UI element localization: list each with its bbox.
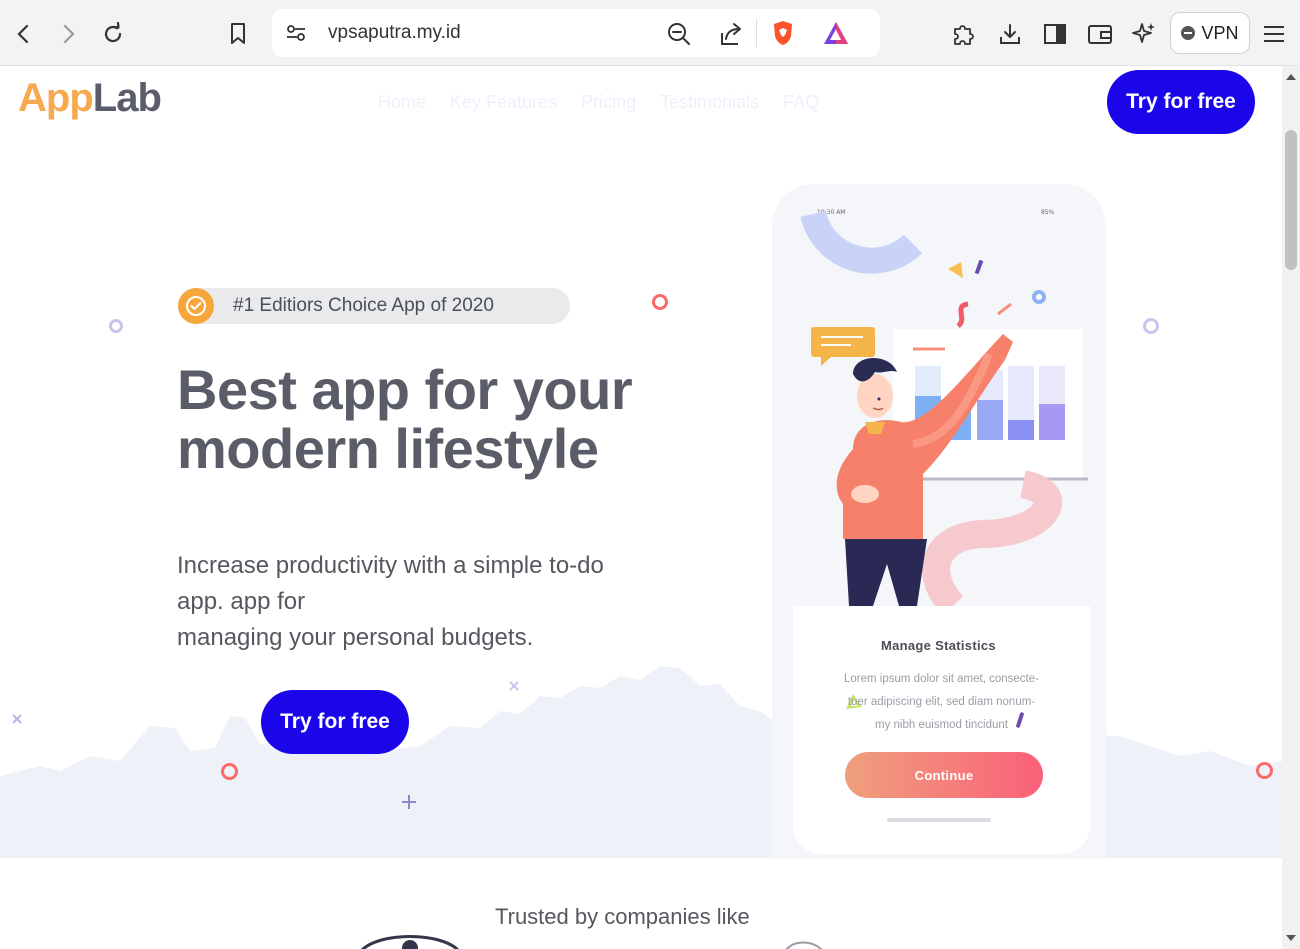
nav-item-faq[interactable]: FAQ (783, 92, 819, 113)
bookmark-button[interactable] (218, 14, 258, 54)
zoom-out-icon[interactable] (666, 21, 692, 51)
site-settings-icon[interactable] (284, 21, 308, 49)
scroll-thumb[interactable] (1285, 130, 1297, 270)
editors-choice-badge: #1 Editiors Choice App of 2020 (178, 288, 570, 324)
vpn-button[interactable]: VPN (1170, 12, 1250, 54)
decor-cross (509, 681, 519, 691)
vpn-label: VPN (1201, 22, 1239, 43)
subtext-line: app. app for (177, 588, 306, 615)
back-icon (17, 24, 29, 44)
divider (756, 19, 757, 47)
downloads-button[interactable] (990, 14, 1030, 54)
award-check-icon (178, 288, 214, 324)
home-indicator (887, 818, 991, 822)
try-for-free-header-button[interactable]: Try for free (1107, 70, 1255, 134)
nav-item-testimonials[interactable]: Testimonials (660, 92, 759, 113)
decor-ring (109, 319, 123, 333)
card-body-line: tuer adipiscing elit, sed diam nonum- (847, 696, 1036, 708)
subtext-line: Increase productivity with a simple to-d… (177, 552, 604, 579)
decor-ring (652, 294, 668, 310)
scroll-down-arrow-icon[interactable] (1286, 935, 1296, 941)
applab-logo[interactable]: AppLab (18, 76, 162, 121)
hamburger-icon (1264, 26, 1284, 42)
card-title: Manage Statistics (881, 638, 996, 653)
card-body: Lorem ipsum dolor sit amet, consecte- tu… (813, 668, 1070, 737)
wallet-icon (1088, 25, 1112, 44)
vpn-status-icon (1181, 26, 1196, 40)
brave-rewards-icon[interactable] (822, 20, 850, 50)
brave-shields-icon[interactable] (770, 19, 796, 51)
bookmark-icon (231, 23, 245, 44)
person-presenting-chart-illustration (800, 210, 1088, 606)
nav-item-home[interactable]: Home (378, 92, 426, 113)
partner-logo (785, 941, 823, 949)
extensions-button[interactable] (944, 14, 984, 54)
hero-subtext: Increase productivity with a simple to-d… (177, 548, 697, 656)
reload-button[interactable] (93, 14, 133, 54)
scroll-up-arrow-icon[interactable] (1286, 74, 1296, 80)
browser-toolbar: vpsaputra.my.id VPN (0, 0, 1300, 66)
trusted-by-heading: Trusted by companies like (495, 904, 750, 929)
puzzle-icon (954, 25, 974, 45)
decor-ring (1143, 318, 1159, 334)
sidebar-button[interactable] (1035, 14, 1075, 54)
hero-headline: Best app for your modern lifestyle (177, 360, 697, 478)
decor-plus (402, 795, 416, 809)
page-scrollbar[interactable] (1282, 66, 1300, 949)
partner-logo (360, 935, 460, 949)
logo-part-app: App (18, 76, 94, 120)
back-button[interactable] (4, 14, 44, 54)
share-icon[interactable] (718, 21, 744, 51)
phone-mockup-screen: 10:30 AM 85% Manage Statistics Lorem ips… (793, 194, 1090, 854)
webpage: AppLab Home Key Features Pricing Testimo… (0, 66, 1282, 949)
forward-icon (63, 24, 75, 44)
decor-ring (1256, 762, 1273, 779)
wallet-button[interactable] (1080, 14, 1120, 54)
headline-line: modern lifestyle (177, 417, 599, 480)
subtext-line: managing your personal budgets. (177, 624, 534, 651)
badge-text: #1 Editiors Choice App of 2020 (233, 295, 494, 316)
address-bar[interactable]: vpsaputra.my.id (272, 9, 880, 57)
card-body-line: my nibh euismod tincidunt (875, 719, 1008, 731)
download-icon (1000, 24, 1020, 44)
headline-line: Best app for your (177, 358, 633, 421)
try-for-free-hero-button[interactable]: Try for free (261, 690, 409, 754)
sidebar-icon (1044, 24, 1066, 44)
logo-part-lab: Lab (92, 76, 162, 120)
url-text[interactable]: vpsaputra.my.id (328, 22, 461, 44)
decor-ring (221, 763, 238, 780)
menu-button[interactable] (1254, 14, 1294, 54)
sparkle-icon (1132, 23, 1155, 43)
reload-icon (104, 22, 122, 43)
nav-item-key-features[interactable]: Key Features (450, 92, 557, 113)
main-nav: Home Key Features Pricing Testimonials F… (378, 92, 819, 113)
leo-ai-button[interactable] (1124, 14, 1164, 54)
card-body-line: Lorem ipsum dolor sit amet, consecte- (844, 673, 1039, 685)
nav-item-pricing[interactable]: Pricing (581, 92, 636, 113)
forward-button[interactable] (48, 14, 88, 54)
continue-button[interactable]: Continue (845, 752, 1043, 798)
decor-cross (12, 714, 22, 724)
